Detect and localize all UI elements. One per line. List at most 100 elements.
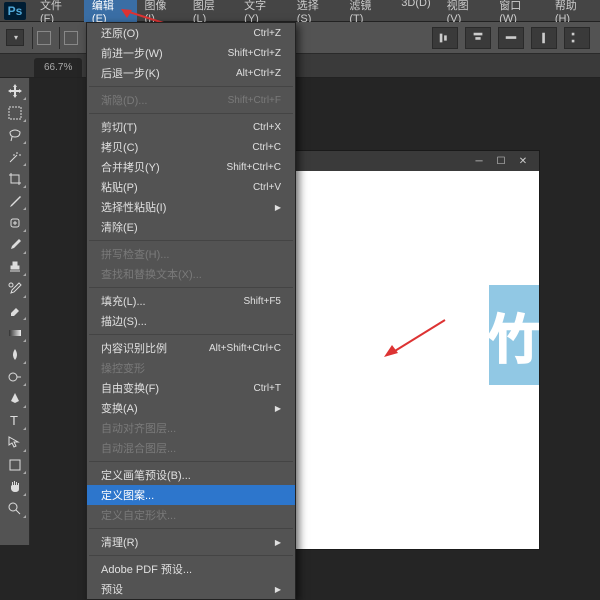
zoom-tool[interactable] [3, 499, 27, 519]
menu-item[interactable]: 选择性粘贴(I) ▶ [87, 197, 295, 217]
dodge-tool[interactable] [3, 367, 27, 387]
submenu-arrow-icon: ▶ [275, 538, 281, 547]
menu-separator [89, 287, 293, 288]
menubar: Ps 文件(F)编辑(E)图像(I)图层(L)文字(Y)选择(S)滤镜(T)3D… [0, 0, 600, 22]
menu-item[interactable]: 自由变换(F)Ctrl+T [87, 378, 295, 398]
move-tool-indicator[interactable]: ▾ [6, 29, 24, 46]
align-btn-4[interactable] [531, 27, 557, 49]
menu-item-label: 描边(S)... [101, 313, 281, 329]
maximize-icon[interactable]: ☐ [491, 154, 511, 168]
submenu-arrow-icon: ▶ [275, 585, 281, 594]
menu-item[interactable]: 合并拷贝(Y)Shift+Ctrl+C [87, 157, 295, 177]
menu-item-label: 变换(A) [101, 400, 271, 416]
menu-item-label: 选择性粘贴(I) [101, 199, 271, 215]
submenu-arrow-icon: ▶ [275, 203, 281, 212]
menu-item-shortcut: Shift+Ctrl+Z [228, 48, 281, 59]
menu-item[interactable]: 预设▶ [87, 579, 295, 599]
menu-item[interactable]: 定义图案... [87, 485, 295, 505]
menu-item: 拼写检查(H)... [87, 244, 295, 264]
menu-item: 自动混合图层... [87, 438, 295, 458]
menu-item-shortcut: Shift+Ctrl+C [227, 162, 281, 173]
menu-item-label: 后退一步(K) [101, 65, 236, 81]
align-btn-3[interactable] [498, 27, 524, 49]
menu-item: 自动对齐图层... [87, 418, 295, 438]
menu-item-label: 内容识别比例 [101, 340, 209, 356]
menu-item-label: 定义自定形状... [101, 507, 281, 523]
menu-separator [89, 113, 293, 114]
auto-select-checkbox[interactable] [37, 31, 51, 45]
menu-item[interactable]: 变换(A) ▶ [87, 398, 295, 418]
menu-item[interactable]: 填充(L)...Shift+F5 [87, 291, 295, 311]
menu-item[interactable]: 清理(R) ▶ [87, 532, 295, 552]
stamp-tool[interactable] [3, 257, 27, 277]
close-icon[interactable]: ✕ [513, 154, 533, 168]
menu-item: 操控变形 [87, 358, 295, 378]
eyedropper-tool[interactable] [3, 191, 27, 211]
gradient-tool[interactable] [3, 323, 27, 343]
menu-item-label: 拷贝(C) [101, 139, 252, 155]
menu-separator [89, 86, 293, 87]
align-btn-1[interactable] [432, 27, 458, 49]
lasso-tool[interactable] [3, 125, 27, 145]
pen-tool[interactable] [3, 389, 27, 409]
menu-item-shortcut: Ctrl+Z [254, 28, 282, 39]
menu-item[interactable]: 还原(O)Ctrl+Z [87, 23, 295, 43]
document-tab[interactable]: 66.7% [34, 58, 82, 77]
menu-separator [89, 528, 293, 529]
menu-item-label: Adobe PDF 预设... [101, 561, 281, 577]
transform-controls-checkbox[interactable] [64, 31, 78, 45]
menu-item-shortcut: Alt+Ctrl+Z [236, 68, 281, 79]
blur-tool[interactable] [3, 345, 27, 365]
move-tool[interactable] [3, 81, 27, 101]
menu-item: 定义自定形状... [87, 505, 295, 525]
menu-item-label: 填充(L)... [101, 293, 243, 309]
menu-item[interactable]: 清除(E) [87, 217, 295, 237]
crop-tool[interactable] [3, 169, 27, 189]
menu-item-label: 粘贴(P) [101, 179, 253, 195]
watermark-char: 竹 [488, 298, 539, 373]
menu-item[interactable]: 内容识别比例Alt+Shift+Ctrl+C [87, 338, 295, 358]
align-btn-2[interactable] [465, 27, 491, 49]
svg-text:T: T [10, 413, 18, 428]
menu-item-label: 操控变形 [101, 360, 281, 376]
heal-tool[interactable] [3, 213, 27, 233]
menu-item-label: 剪切(T) [101, 119, 253, 135]
menu-item[interactable]: 拷贝(C)Ctrl+C [87, 137, 295, 157]
align-btn-5[interactable] [564, 27, 590, 49]
path-tool[interactable] [3, 433, 27, 453]
menu-item[interactable]: Adobe PDF 预设... [87, 559, 295, 579]
history-brush-tool[interactable] [3, 279, 27, 299]
menu-item-label: 清除(E) [101, 219, 281, 235]
submenu-arrow-icon: ▶ [275, 404, 281, 413]
menu-item-shortcut: Shift+Ctrl+F [228, 95, 281, 106]
menu-item-label: 自动对齐图层... [101, 420, 281, 436]
menu-item-label: 前进一步(W) [101, 45, 228, 61]
menu-item-label: 自由变换(F) [101, 380, 254, 396]
menu-item[interactable]: 定义画笔预设(B)... [87, 465, 295, 485]
menu-item-label: 还原(O) [101, 25, 254, 41]
menu-separator [89, 334, 293, 335]
brush-tool[interactable] [3, 235, 27, 255]
menu-separator [89, 555, 293, 556]
menu-item[interactable]: 粘贴(P)Ctrl+V [87, 177, 295, 197]
hand-tool[interactable] [3, 477, 27, 497]
menu-item-shortcut: Shift+F5 [243, 296, 281, 307]
tools-panel: T [0, 78, 30, 545]
menu-item: 渐隐(D)...Shift+Ctrl+F [87, 90, 295, 110]
eraser-tool[interactable] [3, 301, 27, 321]
menu-item-label: 自动混合图层... [101, 440, 281, 456]
marquee-tool[interactable] [3, 103, 27, 123]
shape-tool[interactable] [3, 455, 27, 475]
menu-separator [89, 461, 293, 462]
menu-item[interactable]: 剪切(T)Ctrl+X [87, 117, 295, 137]
type-tool[interactable]: T [3, 411, 27, 431]
wand-tool[interactable] [3, 147, 27, 167]
menu-item-shortcut: Ctrl+T [254, 383, 282, 394]
menu-item[interactable]: 后退一步(K)Alt+Ctrl+Z [87, 63, 295, 83]
menu-item-label: 定义画笔预设(B)... [101, 467, 281, 483]
menu-item-label: 清理(R) [101, 534, 271, 550]
minimize-icon[interactable]: ─ [469, 154, 489, 168]
menu-item[interactable]: 描边(S)... [87, 311, 295, 331]
watermark-area: 竹 [489, 285, 539, 385]
menu-item[interactable]: 前进一步(W)Shift+Ctrl+Z [87, 43, 295, 63]
